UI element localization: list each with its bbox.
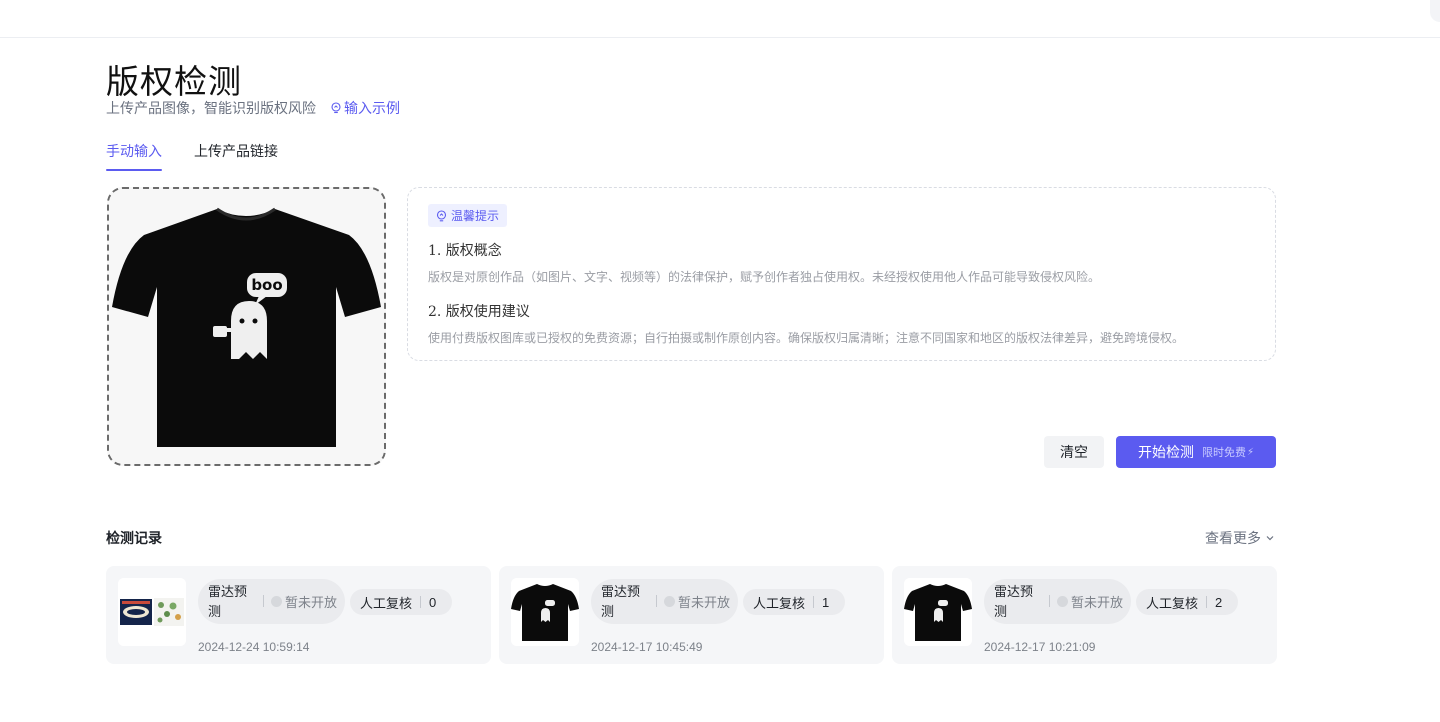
tshirt-thumbnail — [904, 578, 972, 646]
page-subtitle: 上传产品图像，智能识别版权风险 — [106, 100, 316, 116]
manual-review-label: 人工复核 — [360, 595, 413, 611]
divider — [420, 596, 422, 608]
records-title: 检测记录 — [106, 530, 162, 546]
page-title: 版权检测 — [106, 62, 242, 101]
tshirt-thumbnail — [511, 578, 579, 646]
clear-button[interactable]: 清空 — [1044, 436, 1104, 468]
tip-text: 使用付费版权图库或已授权的免费资源；自行拍摄或制作原创内容。确保版权归属清晰；注… — [428, 331, 1185, 345]
manual-review-count: 0 — [429, 594, 437, 610]
image-upload-area[interactable]: boo — [107, 187, 386, 466]
poster-thumbnail — [118, 578, 186, 646]
status-dot-icon — [1057, 596, 1068, 607]
view-more-link[interactable]: 查看更多 — [1205, 528, 1275, 548]
tshirt-print-text: boo — [251, 276, 282, 294]
tab-upload-link[interactable]: 上传产品链接 — [194, 138, 278, 171]
start-detection-button[interactable]: 开始检测 限时免费 ⚡︎ — [1116, 436, 1276, 468]
radar-status-text: 暂未开放 — [285, 595, 338, 610]
radar-prediction-pill: 雷达预测 暂未开放 — [984, 579, 1131, 624]
manual-review-count: 2 — [1215, 594, 1223, 610]
chevron-down-icon — [1266, 536, 1274, 541]
manual-review-pill: 人工复核 0 — [350, 589, 453, 615]
lightbulb-icon — [436, 209, 447, 221]
divider — [1206, 596, 1208, 608]
manual-review-pill: 人工复核 2 — [1136, 589, 1239, 615]
divider — [656, 595, 657, 607]
page-subtitle-row: 上传产品图像，智能识别版权风险 输入示例 — [106, 98, 400, 118]
radar-status: 暂未开放 — [664, 592, 730, 611]
status-dot-icon — [271, 596, 282, 607]
example-link-label: 输入示例 — [344, 100, 400, 116]
tip-title: 2. 版权使用建议 — [428, 304, 530, 320]
lightning-icon: ⚡︎ — [1246, 446, 1255, 458]
start-detection-label: 开始检测 — [1137, 444, 1194, 460]
tips-badge: 温馨提示 — [428, 204, 508, 227]
divider — [813, 596, 815, 608]
record-card[interactable]: 雷达预测 暂未开放 人工复核 0 2024-12-24 10:59:14 — [106, 566, 491, 664]
radar-label: 雷达预测 — [601, 584, 641, 619]
bulb-icon — [331, 102, 341, 114]
free-badge: 限时免费 — [1201, 447, 1246, 459]
radar-label: 雷达预测 — [208, 584, 248, 619]
record-timestamp: 2024-12-17 10:21:09 — [984, 640, 1096, 654]
manual-review-label: 人工复核 — [753, 595, 806, 611]
record-card[interactable]: 雷达预测 暂未开放 人工复核 2 2024-12-17 10:21:09 — [892, 566, 1277, 664]
tshirt-product-image: boo — [109, 189, 384, 464]
record-card[interactable]: 雷达预测 暂未开放 人工复核 1 2024-12-17 10:45:49 — [499, 566, 884, 664]
top-bar — [0, 0, 1440, 38]
status-dot-icon — [664, 596, 675, 607]
tab-manual-input[interactable]: 手动输入 — [106, 138, 162, 171]
divider — [263, 595, 264, 607]
tips-panel: 温馨提示 1. 版权概念 版权是对原创作品（如图片、文字、视频等）的法律保护，赋… — [407, 187, 1276, 361]
example-link[interactable]: 输入示例 — [330, 98, 400, 118]
input-tabs: 手动输入 上传产品链接 — [106, 138, 310, 171]
record-timestamp: 2024-12-24 10:59:14 — [198, 640, 310, 654]
radar-status: 暂未开放 — [271, 592, 337, 611]
top-bar-corner — [1430, 0, 1440, 22]
divider — [1049, 595, 1050, 607]
radar-status-text: 暂未开放 — [678, 595, 731, 610]
manual-review-pill: 人工复核 1 — [743, 589, 846, 615]
tips-badge-label: 温馨提示 — [451, 209, 500, 223]
tip-title: 1. 版权概念 — [428, 243, 502, 259]
tip-text: 版权是对原创作品（如图片、文字、视频等）的法律保护，赋予创作者独占使用权。未经授… — [428, 270, 1101, 284]
radar-prediction-pill: 雷达预测 暂未开放 — [591, 579, 738, 624]
view-more-label: 查看更多 — [1205, 530, 1261, 546]
manual-review-count: 1 — [822, 594, 830, 610]
manual-review-label: 人工复核 — [1146, 595, 1199, 611]
radar-prediction-pill: 雷达预测 暂未开放 — [198, 579, 345, 624]
radar-label: 雷达预测 — [994, 584, 1034, 619]
radar-status: 暂未开放 — [1057, 592, 1123, 611]
radar-status-text: 暂未开放 — [1071, 595, 1124, 610]
record-timestamp: 2024-12-17 10:45:49 — [591, 640, 703, 654]
